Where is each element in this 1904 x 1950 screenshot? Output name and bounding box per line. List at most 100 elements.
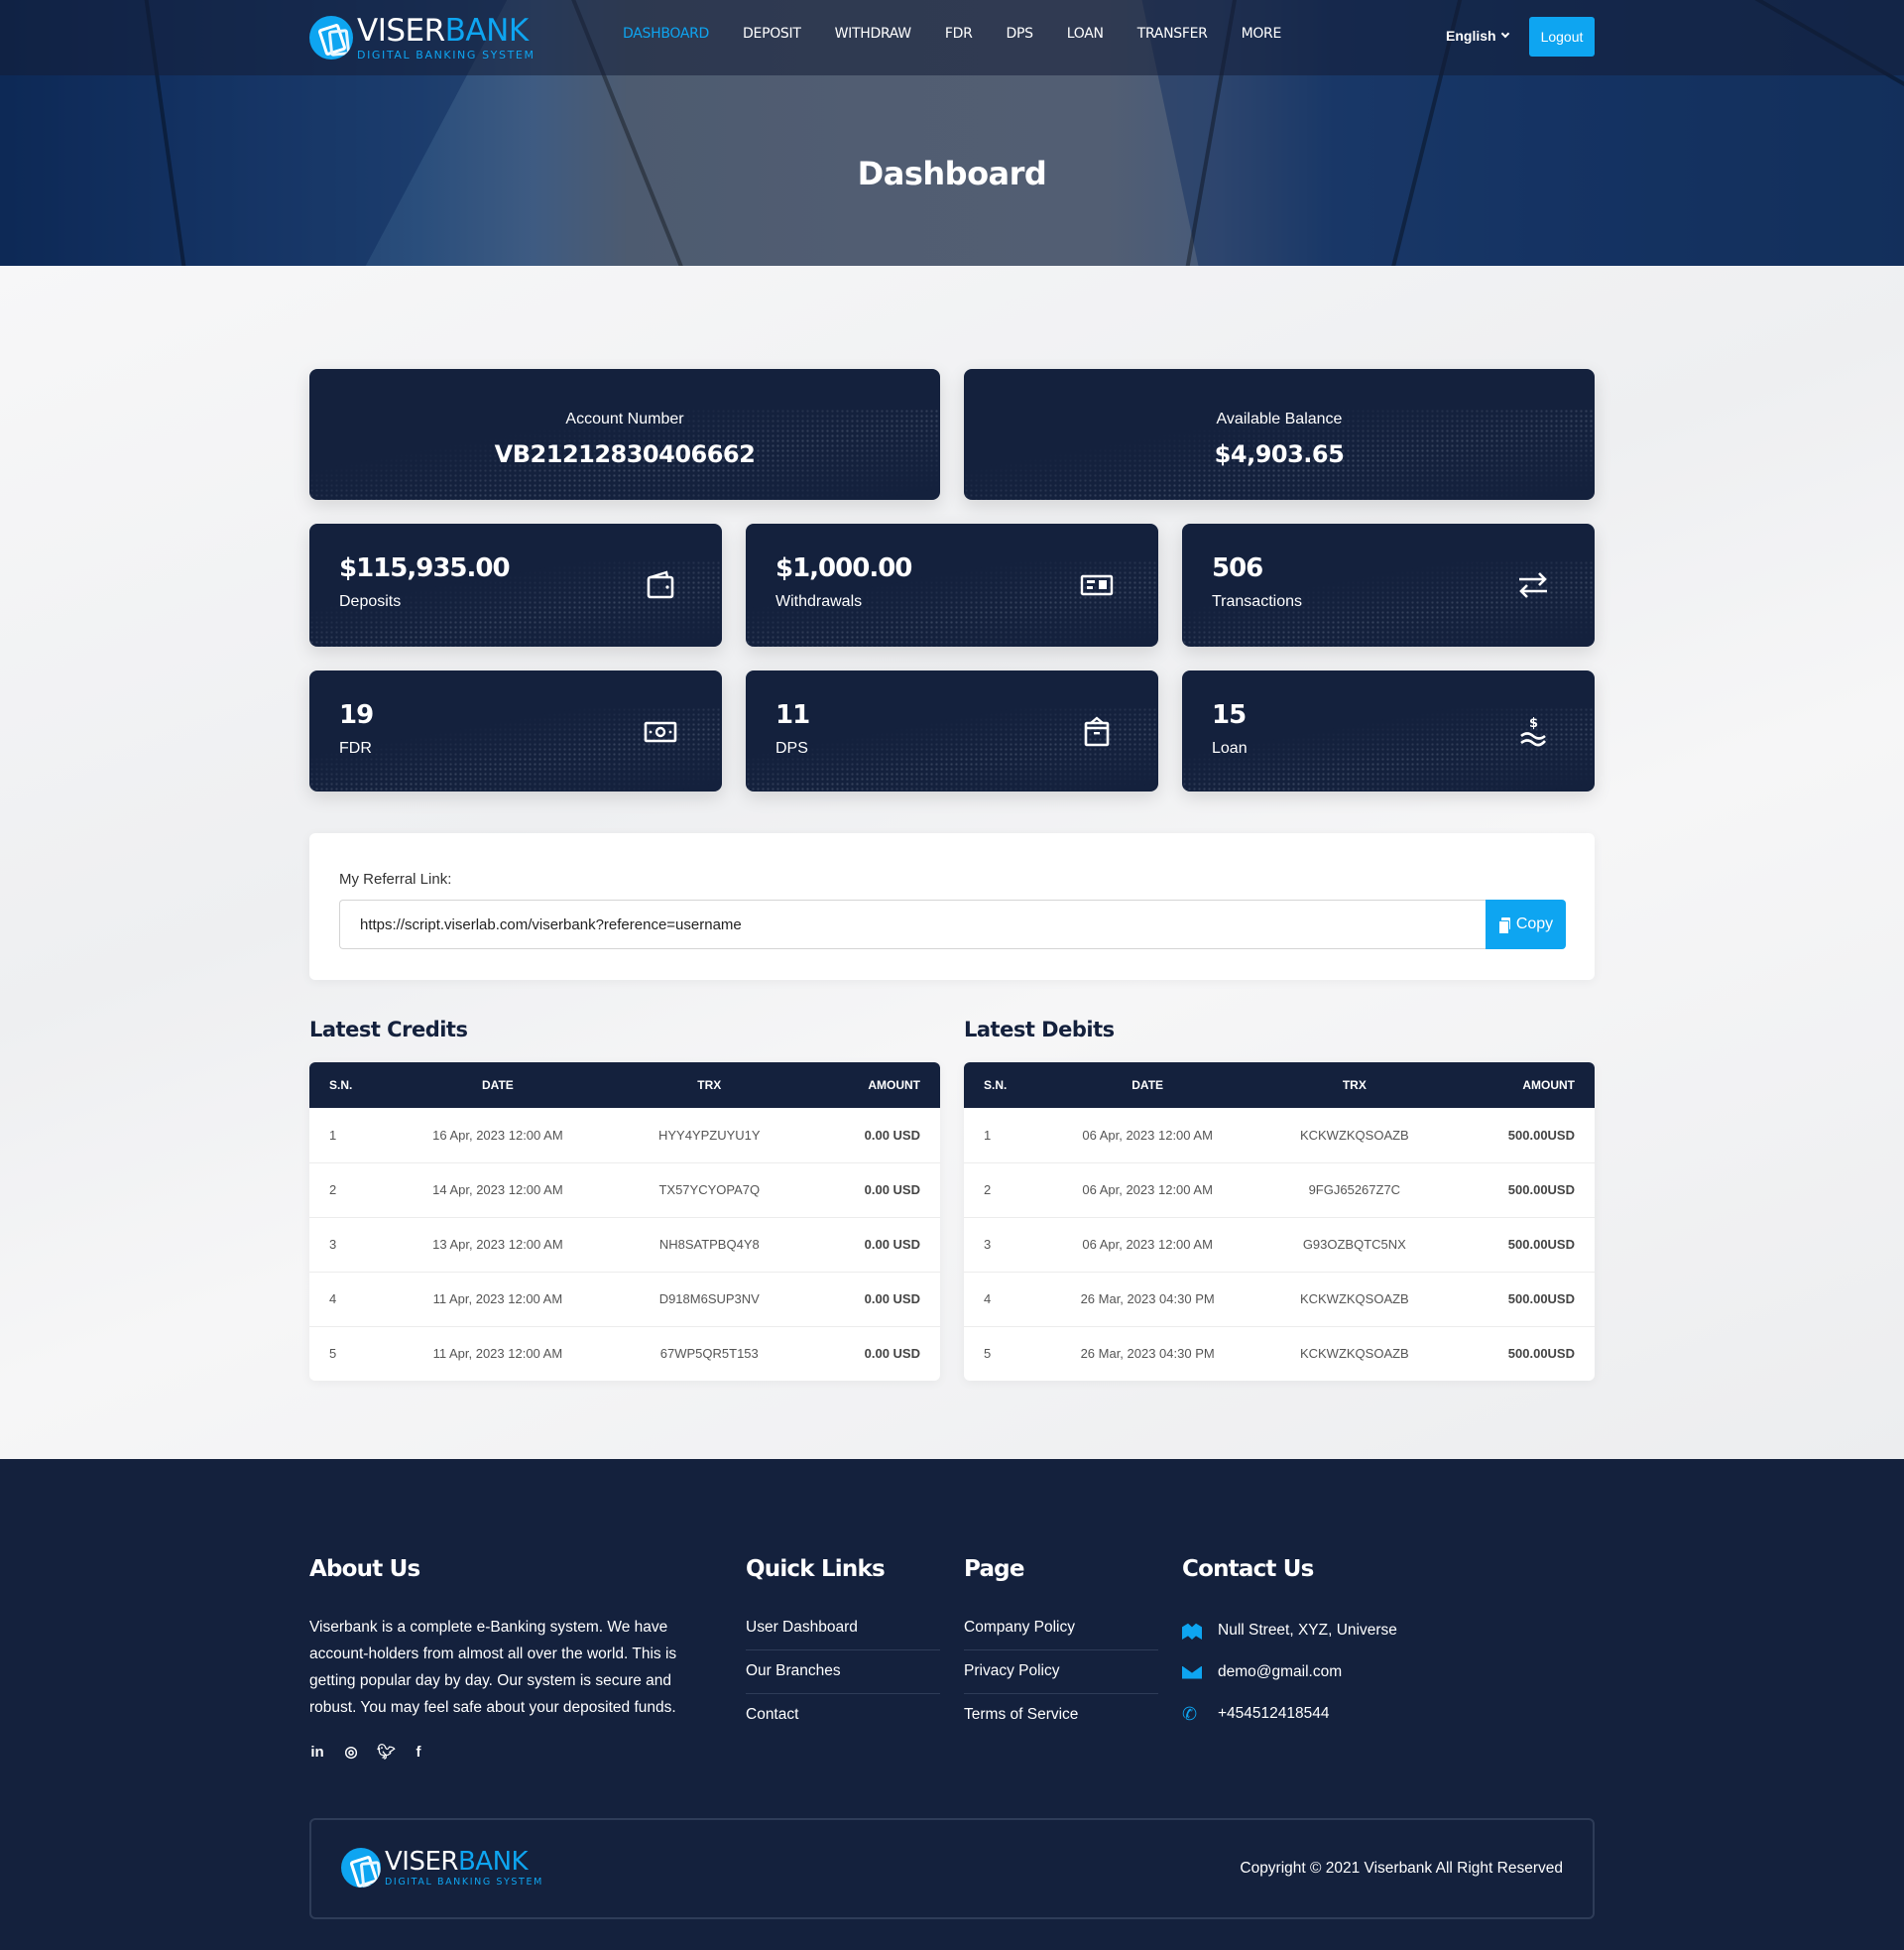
contact-email-text: demo@gmail.com	[1218, 1663, 1343, 1680]
phone-icon: ✆	[1182, 1704, 1198, 1724]
cell-date: 13 Apr, 2023 12:00 AM	[379, 1216, 617, 1272]
cell-date: 06 Apr, 2023 12:00 AM	[1033, 1216, 1262, 1272]
cell-trx: KCKWZKQSOAZB	[1261, 1271, 1448, 1326]
cell-amount: 0.00 USD	[801, 1216, 940, 1272]
footer-link-privacy-policy[interactable]: Privacy Policy	[964, 1650, 1158, 1694]
table-row: 3 13 Apr, 2023 12:00 AM NH8SATPBQ4Y8 0.00 U…	[309, 1216, 940, 1272]
contact-phone[interactable]: ✆ +454512418544	[1182, 1693, 1397, 1735]
cell-trx: KCKWZKQSOAZB	[1261, 1325, 1448, 1381]
footer: About Us Viserbank is a complete e-Banki…	[0, 1459, 1904, 1950]
cell-trx: NH8SATPBQ4Y8	[616, 1216, 802, 1272]
nav-transfer[interactable]: TRANSFER	[1137, 26, 1208, 42]
table-row: 2 06 Apr, 2023 12:00 AM 9FGJ65267Z7C 500.00…	[964, 1161, 1595, 1217]
table-row: 3 06 Apr, 2023 12:00 AM G93OZBQTC5NX 500.00…	[964, 1216, 1595, 1272]
latest-debits-table: S.N. DATE TRX AMOUNT 1 06 Apr, 2023 12:00…	[964, 1062, 1595, 1381]
stat-card-transactions[interactable]: 506 Transactions	[1182, 524, 1595, 647]
cell-amount: 500.00USD	[1447, 1216, 1595, 1272]
cell-amount: 500.00USD	[1507, 1127, 1575, 1143]
linkedin-icon[interactable]: in	[309, 1744, 325, 1761]
footer-link-our-branches[interactable]: Our Branches	[746, 1650, 940, 1694]
contact-list: Null Street, XYZ, Universe demo@gmail.co…	[1182, 1610, 1397, 1735]
quick-links-list: User Dashboard Our Branches Contact	[746, 1607, 940, 1738]
cell-amount: 0.00 USD	[801, 1271, 940, 1326]
table-row: 2 14 Apr, 2023 12:00 AM TX57YCYOPA7Q 0.00 U…	[309, 1161, 940, 1217]
stat-label: DPS	[775, 740, 808, 757]
copy-referral-button[interactable]: Copy	[1486, 900, 1566, 949]
money-check-icon	[1080, 574, 1114, 596]
cell-sn: 1	[329, 1127, 337, 1143]
cell-amount: 500.00USD	[1447, 1271, 1595, 1326]
account-number-value: VB21212830406662	[494, 440, 756, 468]
referral-link-input[interactable]	[339, 900, 1486, 949]
top-navbar: VISERBANK DIGITAL BANKING SYSTEM DASHBOA…	[0, 0, 1904, 75]
brand-logo[interactable]: VISERBANK DIGITAL BANKING SYSTEM	[309, 14, 536, 61]
col-trx: TRX	[697, 1078, 722, 1092]
cell-date: 14 Apr, 2023 12:00 AM	[379, 1161, 617, 1217]
col-sn: S.N.	[984, 1078, 1008, 1092]
cell-sn: 2	[309, 1161, 379, 1217]
nav-dashboard[interactable]: DASHBOARD	[623, 26, 709, 42]
footer-link-user-dashboard[interactable]: User Dashboard	[746, 1607, 940, 1650]
cell-date: 06 Apr, 2023 12:00 AM	[1033, 1161, 1262, 1217]
nav-dps[interactable]: DPS	[1007, 26, 1034, 42]
stat-card-dps[interactable]: 11 DPS	[746, 670, 1158, 792]
stat-card-withdrawals[interactable]: $1,000.00 Withdrawals	[746, 524, 1158, 647]
copyright-text: Copyright © 2021 Viserbank All Right Res…	[1240, 1860, 1563, 1877]
instagram-icon[interactable]: ◎	[343, 1743, 359, 1761]
footer-link-contact[interactable]: Contact	[746, 1694, 940, 1738]
nav-fdr[interactable]: FDR	[945, 26, 973, 42]
cell-sn: 3	[964, 1216, 1033, 1272]
logo-word-1: VISER	[357, 12, 445, 49]
footer-contact-title: Contact Us	[1182, 1556, 1314, 1582]
stat-value: 11	[775, 700, 810, 730]
account-number-card: Account Number VB21212830406662	[309, 369, 940, 500]
nav-withdraw[interactable]: WITHDRAW	[835, 26, 912, 42]
page-links-list: Company Policy Privacy Policy Terms of S…	[964, 1607, 1158, 1738]
logo-word-1: VISER	[385, 1846, 458, 1877]
nav-deposit[interactable]: DEPOSIT	[743, 26, 801, 42]
footer-about-title: About Us	[309, 1556, 420, 1582]
wallet-icon	[647, 570, 674, 599]
nav-loan[interactable]: LOAN	[1067, 26, 1104, 42]
hand-holding-dollar-icon: $	[1520, 716, 1546, 747]
logo-tagline: DIGITAL BANKING SYSTEM	[357, 48, 536, 61]
footer-bottom-bar: VISERBANK DIGITAL BANKING SYSTEM Copyrig…	[309, 1818, 1595, 1919]
money-bill-icon	[644, 721, 677, 743]
stat-value: 506	[1212, 553, 1263, 583]
nav-more[interactable]: MORE	[1242, 26, 1282, 42]
footer-quick-links-title: Quick Links	[746, 1556, 886, 1582]
stat-value: $115,935.00	[339, 553, 511, 583]
col-trx: TRX	[1342, 1078, 1367, 1092]
svg-text:$: $	[1529, 716, 1538, 731]
cell-date: 16 Apr, 2023 12:00 AM	[432, 1127, 563, 1143]
footer-link-terms[interactable]: Terms of Service	[964, 1694, 1158, 1738]
stat-card-loan[interactable]: 15 Loan $	[1182, 670, 1595, 792]
stat-card-deposits[interactable]: $115,935.00 Deposits	[309, 524, 722, 647]
page-title: Dashboard	[857, 155, 1047, 192]
logo-word-2: BANK	[444, 12, 530, 49]
col-date: DATE	[1131, 1078, 1164, 1092]
copy-label: Copy	[1515, 915, 1554, 932]
footer-link-company-policy[interactable]: Company Policy	[964, 1607, 1158, 1650]
stat-label: Transactions	[1212, 593, 1302, 610]
cell-sn: 3	[309, 1216, 379, 1272]
stat-label: Deposits	[339, 593, 402, 610]
cell-sn: 2	[964, 1161, 1033, 1217]
twitter-icon[interactable]: 🐦︎	[377, 1743, 396, 1761]
stat-card-fdr[interactable]: 19 FDR	[309, 670, 722, 792]
table-row: 4 11 Apr, 2023 12:00 AM D918M6SUP3NV 0.00 U…	[309, 1271, 940, 1326]
latest-credits-title: Latest Credits	[309, 1018, 468, 1041]
latest-credits-table: S.N. DATE TRX AMOUNT 1 16 Apr, 2023 12:00…	[309, 1062, 940, 1381]
language-select[interactable]: English	[1446, 28, 1509, 44]
table-row: 5 11 Apr, 2023 12:00 AM 67WP5QR5T153 0.00 U…	[309, 1325, 940, 1381]
cell-sn: 5	[309, 1325, 379, 1381]
cell-amount: 500.00USD	[1447, 1325, 1595, 1381]
contact-phone-text: +454512418544	[1218, 1705, 1330, 1722]
facebook-icon[interactable]: f	[411, 1744, 426, 1761]
footer-logo[interactable]: VISERBANK DIGITAL BANKING SYSTEM	[341, 1848, 543, 1888]
contact-email[interactable]: demo@gmail.com	[1182, 1651, 1397, 1693]
social-links: in ◎ 🐦︎ f	[309, 1743, 426, 1762]
logout-button[interactable]: Logout	[1529, 17, 1595, 57]
table-row: 1 06 Apr, 2023 12:00 AM KCKWZKQSOAZB 500.00…	[964, 1108, 1595, 1162]
footer-about-text: Viserbank is a complete e-Banking system…	[309, 1619, 677, 1716]
